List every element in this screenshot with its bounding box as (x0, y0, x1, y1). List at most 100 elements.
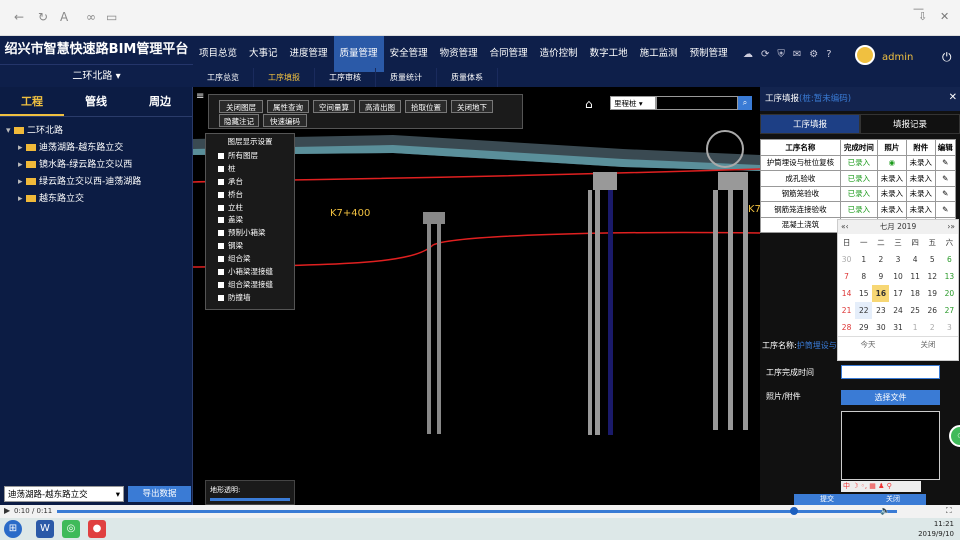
checkbox[interactable] (218, 217, 224, 224)
table-row[interactable]: 护筒埋设与桩位复核 已录入 ◉ 未录入 ✎ (760, 154, 957, 171)
wechat-icon[interactable]: ◎ (62, 520, 80, 538)
calendar-day[interactable]: 24 (889, 302, 906, 319)
calendar-today-button[interactable]: 今天 (838, 337, 898, 352)
volume-icon[interactable]: 🔈 (880, 506, 890, 515)
calendar-day[interactable]: 12 (924, 268, 941, 285)
choose-file-button[interactable]: 选择文件 (841, 390, 940, 405)
sidebar-tab[interactable]: 管线 (64, 87, 128, 116)
calendar-day[interactable]: 25 (907, 302, 924, 319)
calendar-day[interactable]: 31 (889, 319, 906, 336)
calendar-day[interactable]: 5 (924, 251, 941, 268)
layer-checkbox-item[interactable]: 组合梁 (206, 253, 294, 266)
calendar-day[interactable]: 28 (838, 319, 855, 336)
close-icon[interactable]: ✕ (940, 10, 949, 23)
mail-icon[interactable]: ✉ (793, 49, 801, 60)
refresh-icon[interactable]: ↻ (38, 10, 48, 24)
ime-toolbar[interactable]: 中 ☽ ◦, ▦ ♟ ⚲ (841, 481, 921, 492)
calendar-day[interactable]: 27 (941, 302, 958, 319)
calendar-day[interactable]: 18 (907, 285, 924, 302)
table-row[interactable]: 钢筋笼连接验收 已录入 未录入 未录入 ✎ (760, 201, 957, 218)
table-row[interactable]: 钢筋笼验收 已录入 未录入 未录入 ✎ (760, 185, 957, 202)
upload-preview-area[interactable] (841, 411, 940, 480)
prev-year-icon[interactable]: «‹ (841, 220, 849, 234)
edit-icon[interactable]: ✎ (934, 154, 957, 171)
layer-checkbox-item[interactable]: 立柱 (206, 202, 294, 215)
power-icon[interactable]: ⏻ (942, 50, 952, 65)
calendar-day[interactable]: 15 (855, 285, 872, 302)
sub-nav-item[interactable]: 质量统计 (376, 68, 437, 87)
layer-checkbox-item[interactable]: 防撞墙 (206, 292, 294, 305)
calendar-day[interactable]: 1 (855, 251, 872, 268)
close-button[interactable]: 关闭 (860, 494, 926, 505)
back-icon[interactable]: ← (14, 10, 24, 24)
panel-tab[interactable]: 工序填报 (760, 114, 860, 134)
menu-icon[interactable]: ≡ (196, 91, 204, 102)
toolbar-button[interactable]: 快速编码 (263, 114, 307, 127)
word-icon[interactable]: W (36, 520, 54, 538)
toolbar-button[interactable]: 空间量算 (313, 100, 355, 113)
calendar-day[interactable]: 3 (889, 251, 906, 268)
edit-icon[interactable]: ✎ (934, 201, 957, 218)
calendar-day[interactable]: 1 (907, 319, 924, 336)
edit-icon[interactable]: ✎ (934, 185, 957, 202)
home-icon[interactable]: ⌂ (585, 97, 593, 111)
main-nav-item[interactable]: 数字工地 (584, 36, 634, 72)
checkbox[interactable] (218, 269, 224, 276)
search-input[interactable] (656, 96, 738, 110)
calendar-day[interactable]: 2 (872, 251, 889, 268)
terrain-opacity-slider[interactable] (210, 498, 290, 501)
layer-checkbox-item[interactable]: 预制小箱梁 (206, 227, 294, 240)
calendar-day[interactable]: 29 (855, 319, 872, 336)
checkbox[interactable] (218, 281, 224, 288)
calendar-day[interactable]: 13 (941, 268, 958, 285)
submit-button[interactable]: 提交 (794, 494, 860, 505)
calendar-day[interactable]: 20 (941, 285, 958, 302)
toolbar-button[interactable]: 高清出图 (359, 100, 401, 113)
checkbox[interactable] (218, 294, 224, 301)
layer-checkbox-item[interactable]: 桩 (206, 163, 294, 176)
line-select[interactable]: 二环北路 ▾ (0, 64, 193, 87)
tree-item[interactable]: ▸ 迪荡湖路-越东路立交 (6, 140, 192, 157)
calendar-day[interactable]: 14 (838, 285, 855, 302)
settings-icon[interactable]: ⚙ (809, 49, 818, 60)
main-nav-item[interactable]: 施工监测 (634, 36, 684, 72)
layer-checkbox-item[interactable]: 所有图层 (206, 150, 294, 163)
layer-checkbox-item[interactable]: 组合梁湿接缝 (206, 279, 294, 292)
sidebar-tab[interactable]: 周边 (128, 87, 192, 116)
main-nav-item[interactable]: 安全管理 (384, 36, 434, 72)
main-nav-item[interactable]: 进度管理 (284, 36, 334, 72)
main-nav-item[interactable]: 合同管理 (484, 36, 534, 72)
calendar-day[interactable]: 30 (872, 319, 889, 336)
sub-nav-item[interactable]: 工序审核 (315, 68, 376, 87)
main-nav-item[interactable]: 项目总览 (193, 36, 243, 72)
tree-item[interactable]: ▸ 绿云路立交以西-迪荡湖路 (6, 174, 192, 191)
calendar-day[interactable]: 21 (838, 302, 855, 319)
checkbox[interactable] (218, 243, 224, 250)
calendar-day[interactable]: 11 (907, 268, 924, 285)
play-icon[interactable]: ▶ (4, 506, 10, 515)
calendar-day[interactable]: 4 (907, 251, 924, 268)
main-nav-item[interactable]: 质量管理 (333, 36, 384, 72)
main-nav-item[interactable]: 造价控制 (534, 36, 584, 72)
search-icon[interactable]: ⌕ (738, 96, 752, 110)
toolbar-button[interactable]: 关闭图层 (219, 100, 263, 113)
calendar-day[interactable]: 10 (889, 268, 906, 285)
calendar-day[interactable]: 6 (941, 251, 958, 268)
tree-root[interactable]: ▾ 二环北路 (6, 123, 192, 140)
toolbar-button[interactable]: 关闭地下 (451, 100, 493, 113)
table-row[interactable]: 成孔验收 已录入 未录入 未录入 ✎ (760, 170, 957, 187)
edit-icon[interactable]: ✎ (934, 170, 957, 187)
avatar[interactable] (855, 45, 875, 65)
link-icon[interactable]: ∞ (86, 10, 96, 24)
calendar-day[interactable]: 23 (872, 302, 889, 319)
tree-item[interactable]: ▸ 越东路立交 (6, 191, 192, 208)
fullscreen-icon[interactable]: ⛶ (946, 506, 952, 516)
shield-icon[interactable]: ⛨ (777, 49, 785, 60)
checkbox[interactable] (218, 191, 224, 198)
text-icon[interactable]: A (60, 10, 68, 24)
video-progress[interactable] (57, 510, 897, 513)
main-nav-item[interactable]: 物资管理 (434, 36, 484, 72)
panel-tab[interactable]: 填报记录 (860, 114, 960, 134)
calendar-day[interactable]: 2 (924, 319, 941, 336)
download-icon[interactable]: ⇩ (918, 10, 927, 23)
